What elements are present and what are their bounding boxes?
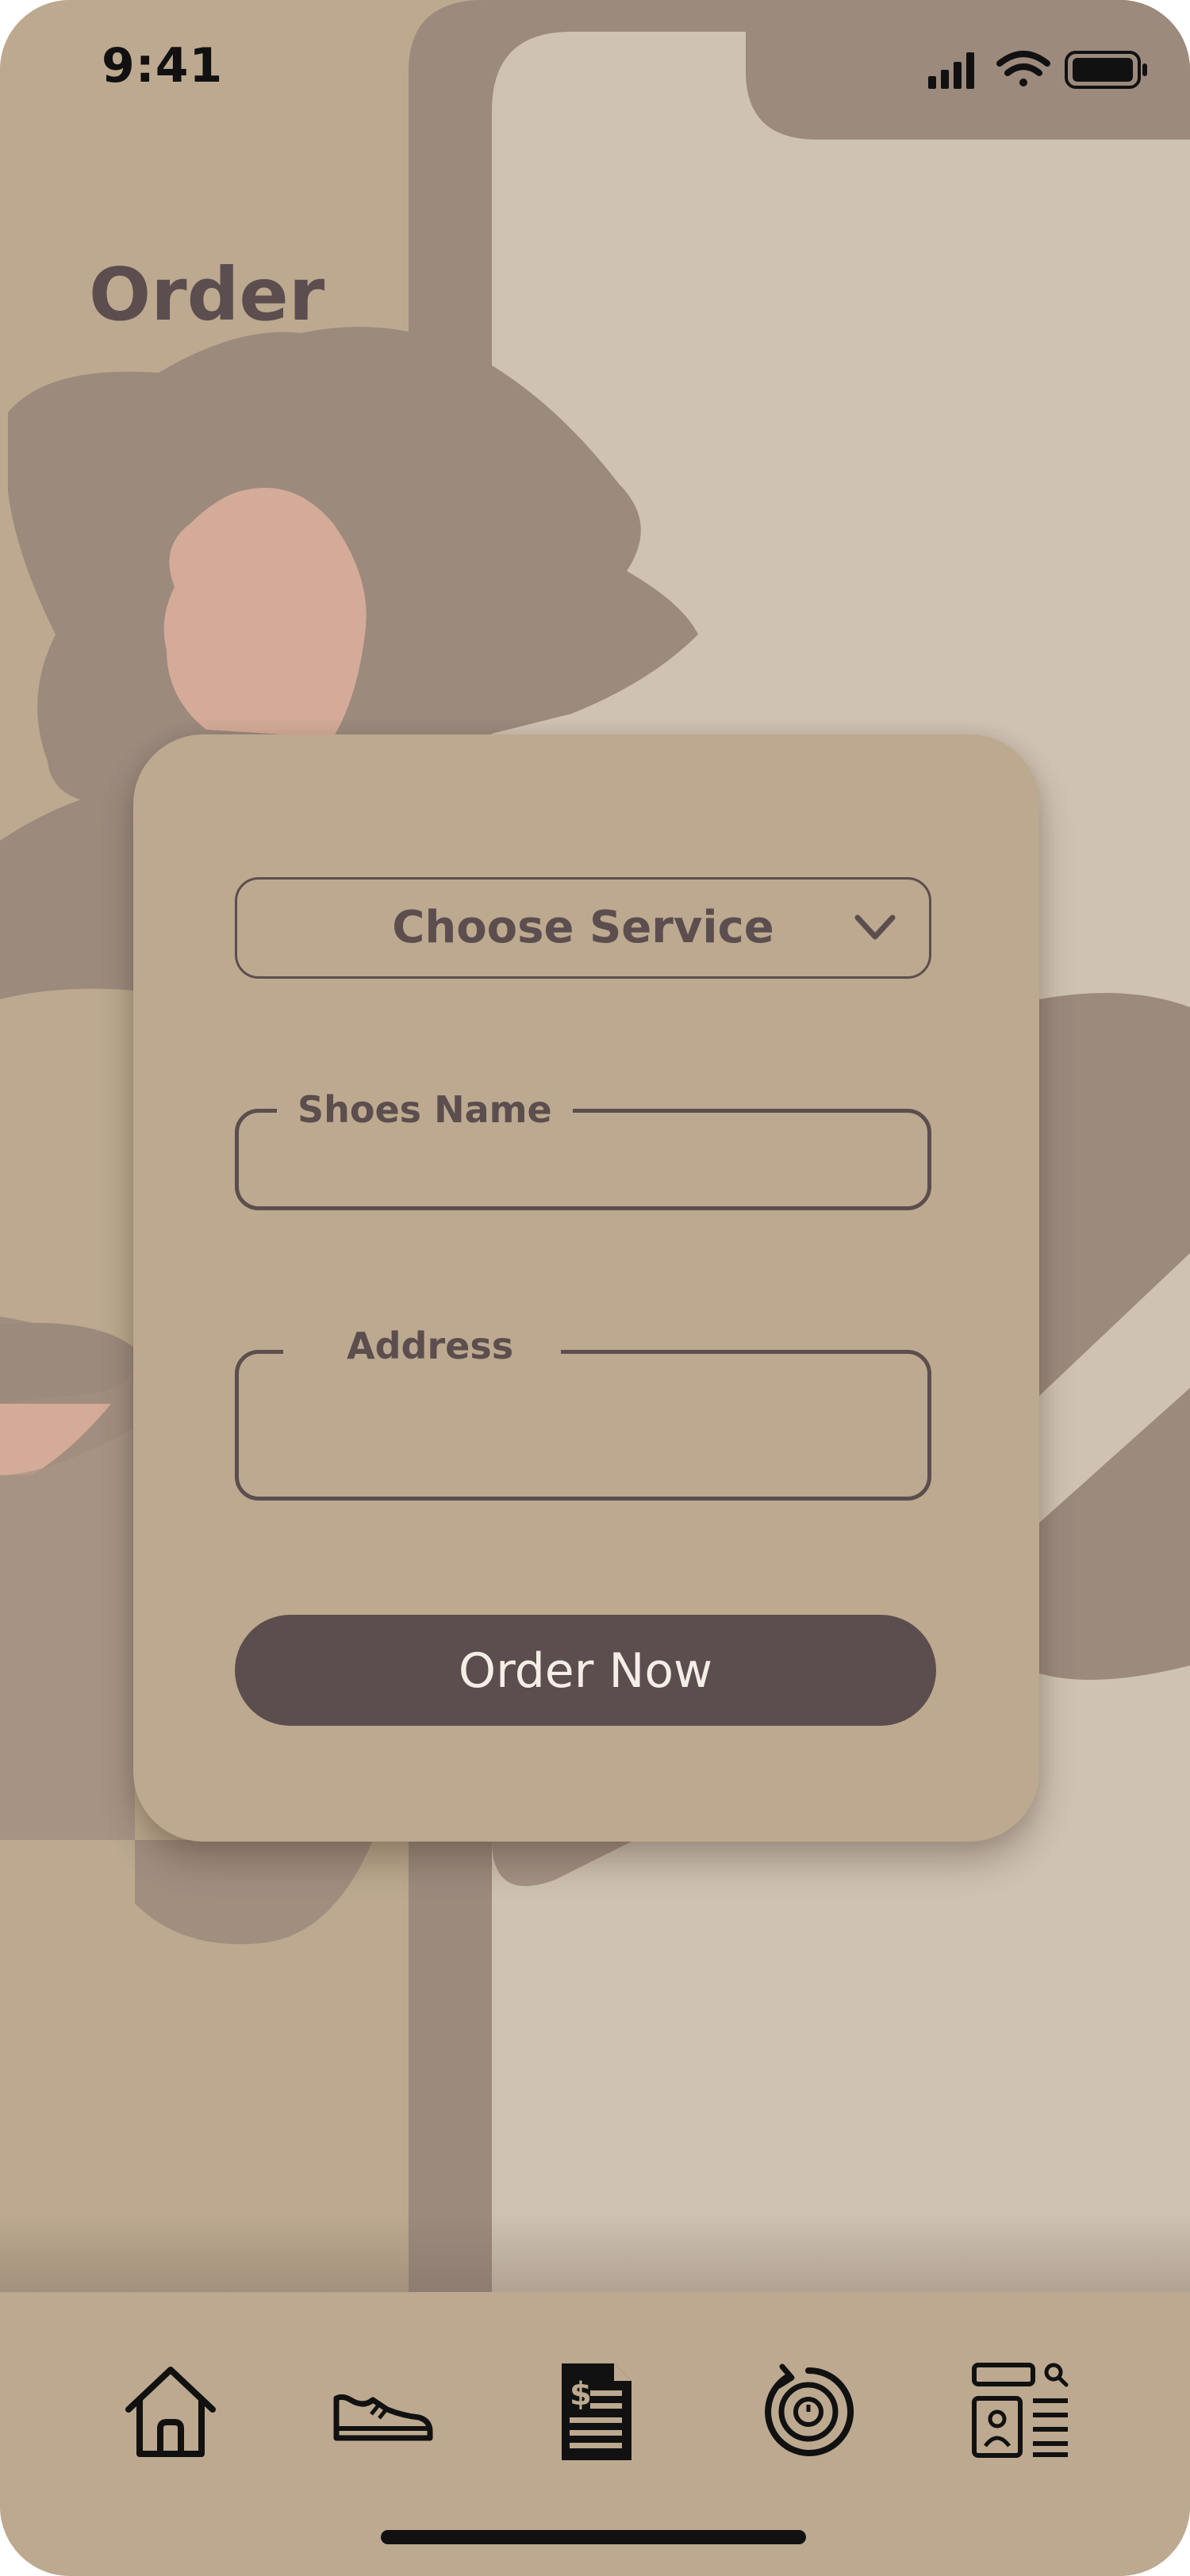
shoes-name-field: Shoes Name (235, 1086, 931, 1210)
order-form-card: Choose Service Shoes Name Address Order … (133, 734, 1039, 1842)
service-select[interactable]: Choose Service (235, 877, 931, 979)
invoice-icon: $ (562, 2363, 631, 2460)
shoes-name-input[interactable] (267, 1129, 899, 1190)
address-label: Address (283, 1322, 562, 1370)
nav-history[interactable] (757, 2360, 860, 2463)
home-indicator (381, 2530, 806, 2544)
chevron-down-icon (854, 914, 896, 940)
nav-shadow (0, 2213, 1190, 2292)
order-now-button[interactable]: Order Now (235, 1615, 936, 1726)
wifi-icon (996, 51, 1050, 86)
nav-home[interactable] (119, 2360, 222, 2463)
address-field: Address (235, 1322, 931, 1501)
home-icon (125, 2367, 216, 2457)
nav-orders[interactable]: $ (544, 2360, 647, 2463)
sneaker-icon (333, 2394, 433, 2441)
svg-text:$: $ (570, 2376, 592, 2413)
nav-shoes[interactable] (332, 2360, 435, 2463)
battery-icon (1065, 51, 1147, 89)
page-title: Order (89, 252, 325, 337)
profile-search-icon (972, 2363, 1069, 2458)
service-select-label: Choose Service (392, 902, 774, 953)
order-screen: 9:41 Order Choose Service Shoes Name Add… (0, 0, 1190, 2576)
nav-profile[interactable] (969, 2360, 1073, 2463)
status-time: 9:41 (102, 38, 224, 94)
history-icon (765, 2363, 854, 2456)
signal-icon (928, 52, 974, 89)
address-input[interactable] (267, 1370, 899, 1481)
status-icons (928, 51, 1147, 89)
shoes-name-label: Shoes Name (277, 1086, 573, 1133)
